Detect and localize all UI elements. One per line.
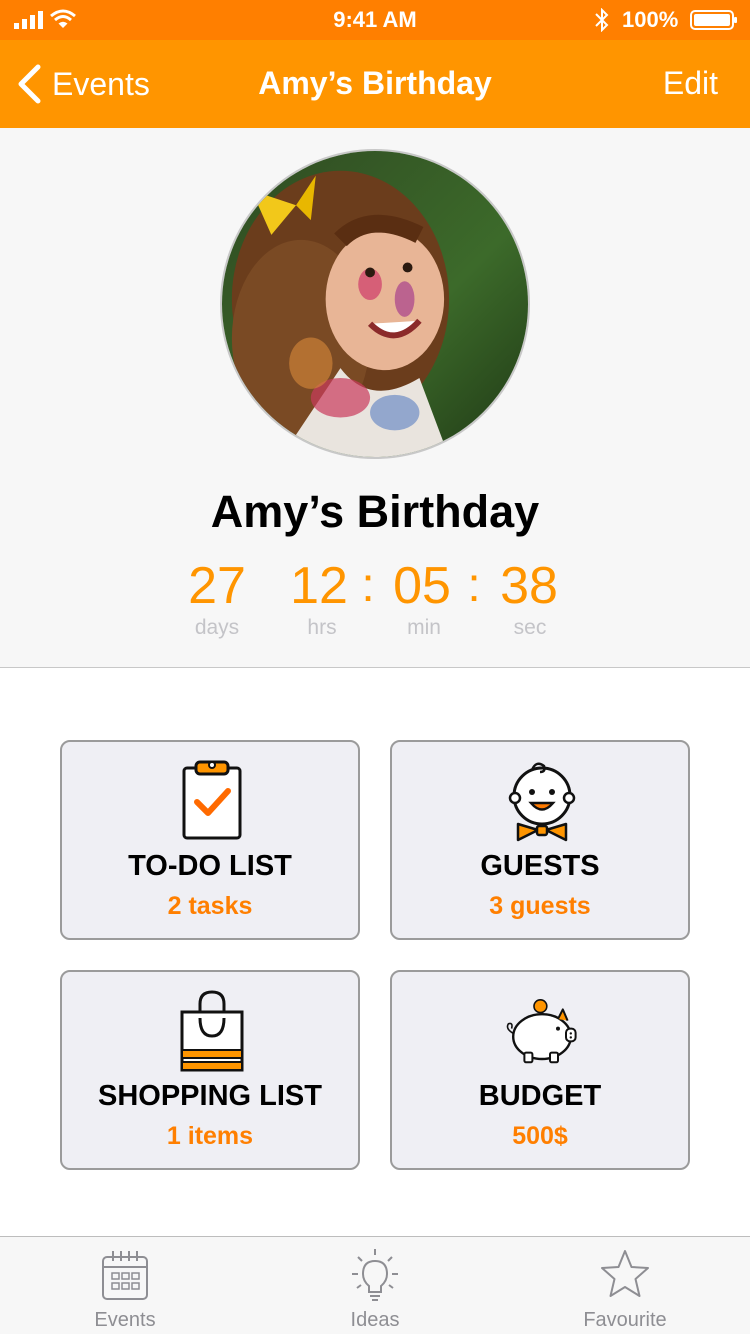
countdown-separator: : (467, 559, 481, 612)
tab-ideas[interactable]: Ideas (250, 1237, 500, 1334)
back-button[interactable]: Events (16, 62, 150, 106)
baby-face-icon (508, 762, 576, 842)
shopping-bag-icon (180, 990, 244, 1072)
clipboard-check-icon (182, 760, 242, 840)
girl-portrait (222, 151, 528, 457)
countdown-seconds: 38 (500, 557, 558, 615)
chevron-left-icon (18, 64, 41, 104)
navigation-bar: Events Amy’s Birthday Edit (0, 40, 750, 128)
edit-button[interactable]: Edit (663, 65, 718, 102)
card-subtitle: 2 tasks (167, 892, 253, 920)
card-subtitle: 500$ (512, 1122, 568, 1150)
card-subtitle: 1 items (166, 1122, 254, 1150)
card-title: SHOPPING LIST (98, 1080, 322, 1112)
countdown-minutes-label: min (407, 616, 441, 639)
tab-label: Events (94, 1309, 156, 1331)
card-title: TO-DO LIST (128, 850, 292, 882)
bluetooth-icon (595, 8, 609, 32)
tab-events[interactable]: Events (0, 1237, 250, 1334)
back-button-label: Events (52, 65, 150, 102)
star-icon (601, 1250, 649, 1297)
countdown-separator: : (361, 559, 375, 612)
event-header: Amy’s Birthday 27 12 : 05 : 38 days hrs … (0, 128, 750, 668)
status-bar: 9:41 AM 100% (0, 0, 750, 40)
countdown-hours: 12 (290, 557, 348, 615)
countdown-days-label: days (194, 616, 240, 639)
event-title: Amy’s Birthday (210, 486, 540, 537)
tab-favourite[interactable]: Favourite (500, 1237, 750, 1334)
tab-label: Ideas (350, 1309, 400, 1331)
event-photo[interactable] (220, 149, 530, 459)
shopping-list-card[interactable]: SHOPPING LIST 1 items (60, 970, 360, 1170)
lightbulb-icon (352, 1249, 398, 1301)
guests-card[interactable]: GUESTS 3 guests (390, 740, 690, 940)
todo-list-card[interactable]: TO-DO LIST 2 tasks (60, 740, 360, 940)
countdown-hours-label: hrs (307, 616, 337, 639)
countdown-seconds-label: sec (513, 616, 547, 639)
tab-bar: Events Ideas Favourite (0, 1236, 750, 1334)
budget-card[interactable]: BUDGET 500$ (390, 970, 690, 1170)
card-title: BUDGET (478, 1080, 602, 1112)
battery-percentage: 100% (622, 7, 679, 32)
card-title: GUESTS (480, 850, 600, 882)
card-subtitle: 3 guests (489, 892, 591, 920)
calendar-icon (102, 1251, 148, 1300)
battery-icon (690, 10, 737, 30)
countdown-days: 27 (188, 557, 246, 615)
piggy-bank-icon (506, 999, 577, 1064)
countdown-minutes: 05 (393, 557, 451, 615)
tab-label: Favourite (583, 1309, 667, 1331)
